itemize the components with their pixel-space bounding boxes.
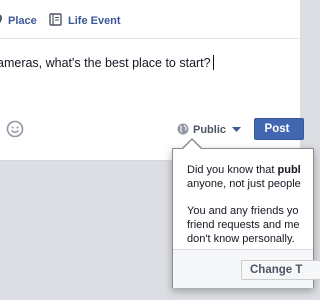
chevron-down-icon (232, 124, 242, 136)
change-audience-button[interactable]: Change T (241, 260, 320, 280)
tip-text-prefix: Did you know that (187, 164, 278, 176)
tab-life-event[interactable]: Life Event (49, 13, 121, 29)
status-text: ameras, what's the best place to start? (0, 56, 211, 70)
text-caret (212, 55, 214, 70)
tab-place[interactable]: Place (0, 13, 37, 29)
life-event-book-icon (49, 13, 62, 29)
tip-text-bold: publ (277, 164, 301, 176)
status-textarea[interactable]: ameras, what's the best place to start? (0, 44, 300, 114)
tab-place-label: Place (8, 15, 37, 27)
status-composer: Place Life Event ameras, what's the best… (0, 0, 304, 161)
tab-life-event-label: Life Event (68, 15, 121, 27)
tip-text-line: anyone, not just people (187, 178, 301, 190)
tip-text-line: don't know personally. (187, 233, 295, 245)
popover-arrow-fill (183, 140, 201, 149)
composer-footer: Public Post (0, 115, 304, 145)
popover-footer: Change T (173, 249, 320, 288)
tip-paragraph-2: You and any friends yo friend requests an… (187, 204, 300, 246)
smiley-icon[interactable] (6, 120, 24, 138)
tip-paragraph-1: Did you know that publ anyone, not just p… (187, 163, 301, 191)
audience-label: Public (193, 124, 227, 136)
globe-icon (177, 123, 189, 138)
place-pin-icon (0, 14, 2, 29)
post-button[interactable]: Post (254, 118, 304, 140)
composer-tabs: Place Life Event (0, 0, 300, 39)
audience-selector[interactable]: Public (177, 122, 242, 138)
tip-text-line: friend requests and me (187, 219, 300, 231)
audience-tip-popover: Did you know that publ anyone, not just p… (172, 148, 320, 288)
tip-text-line: You and any friends yo (187, 205, 299, 217)
